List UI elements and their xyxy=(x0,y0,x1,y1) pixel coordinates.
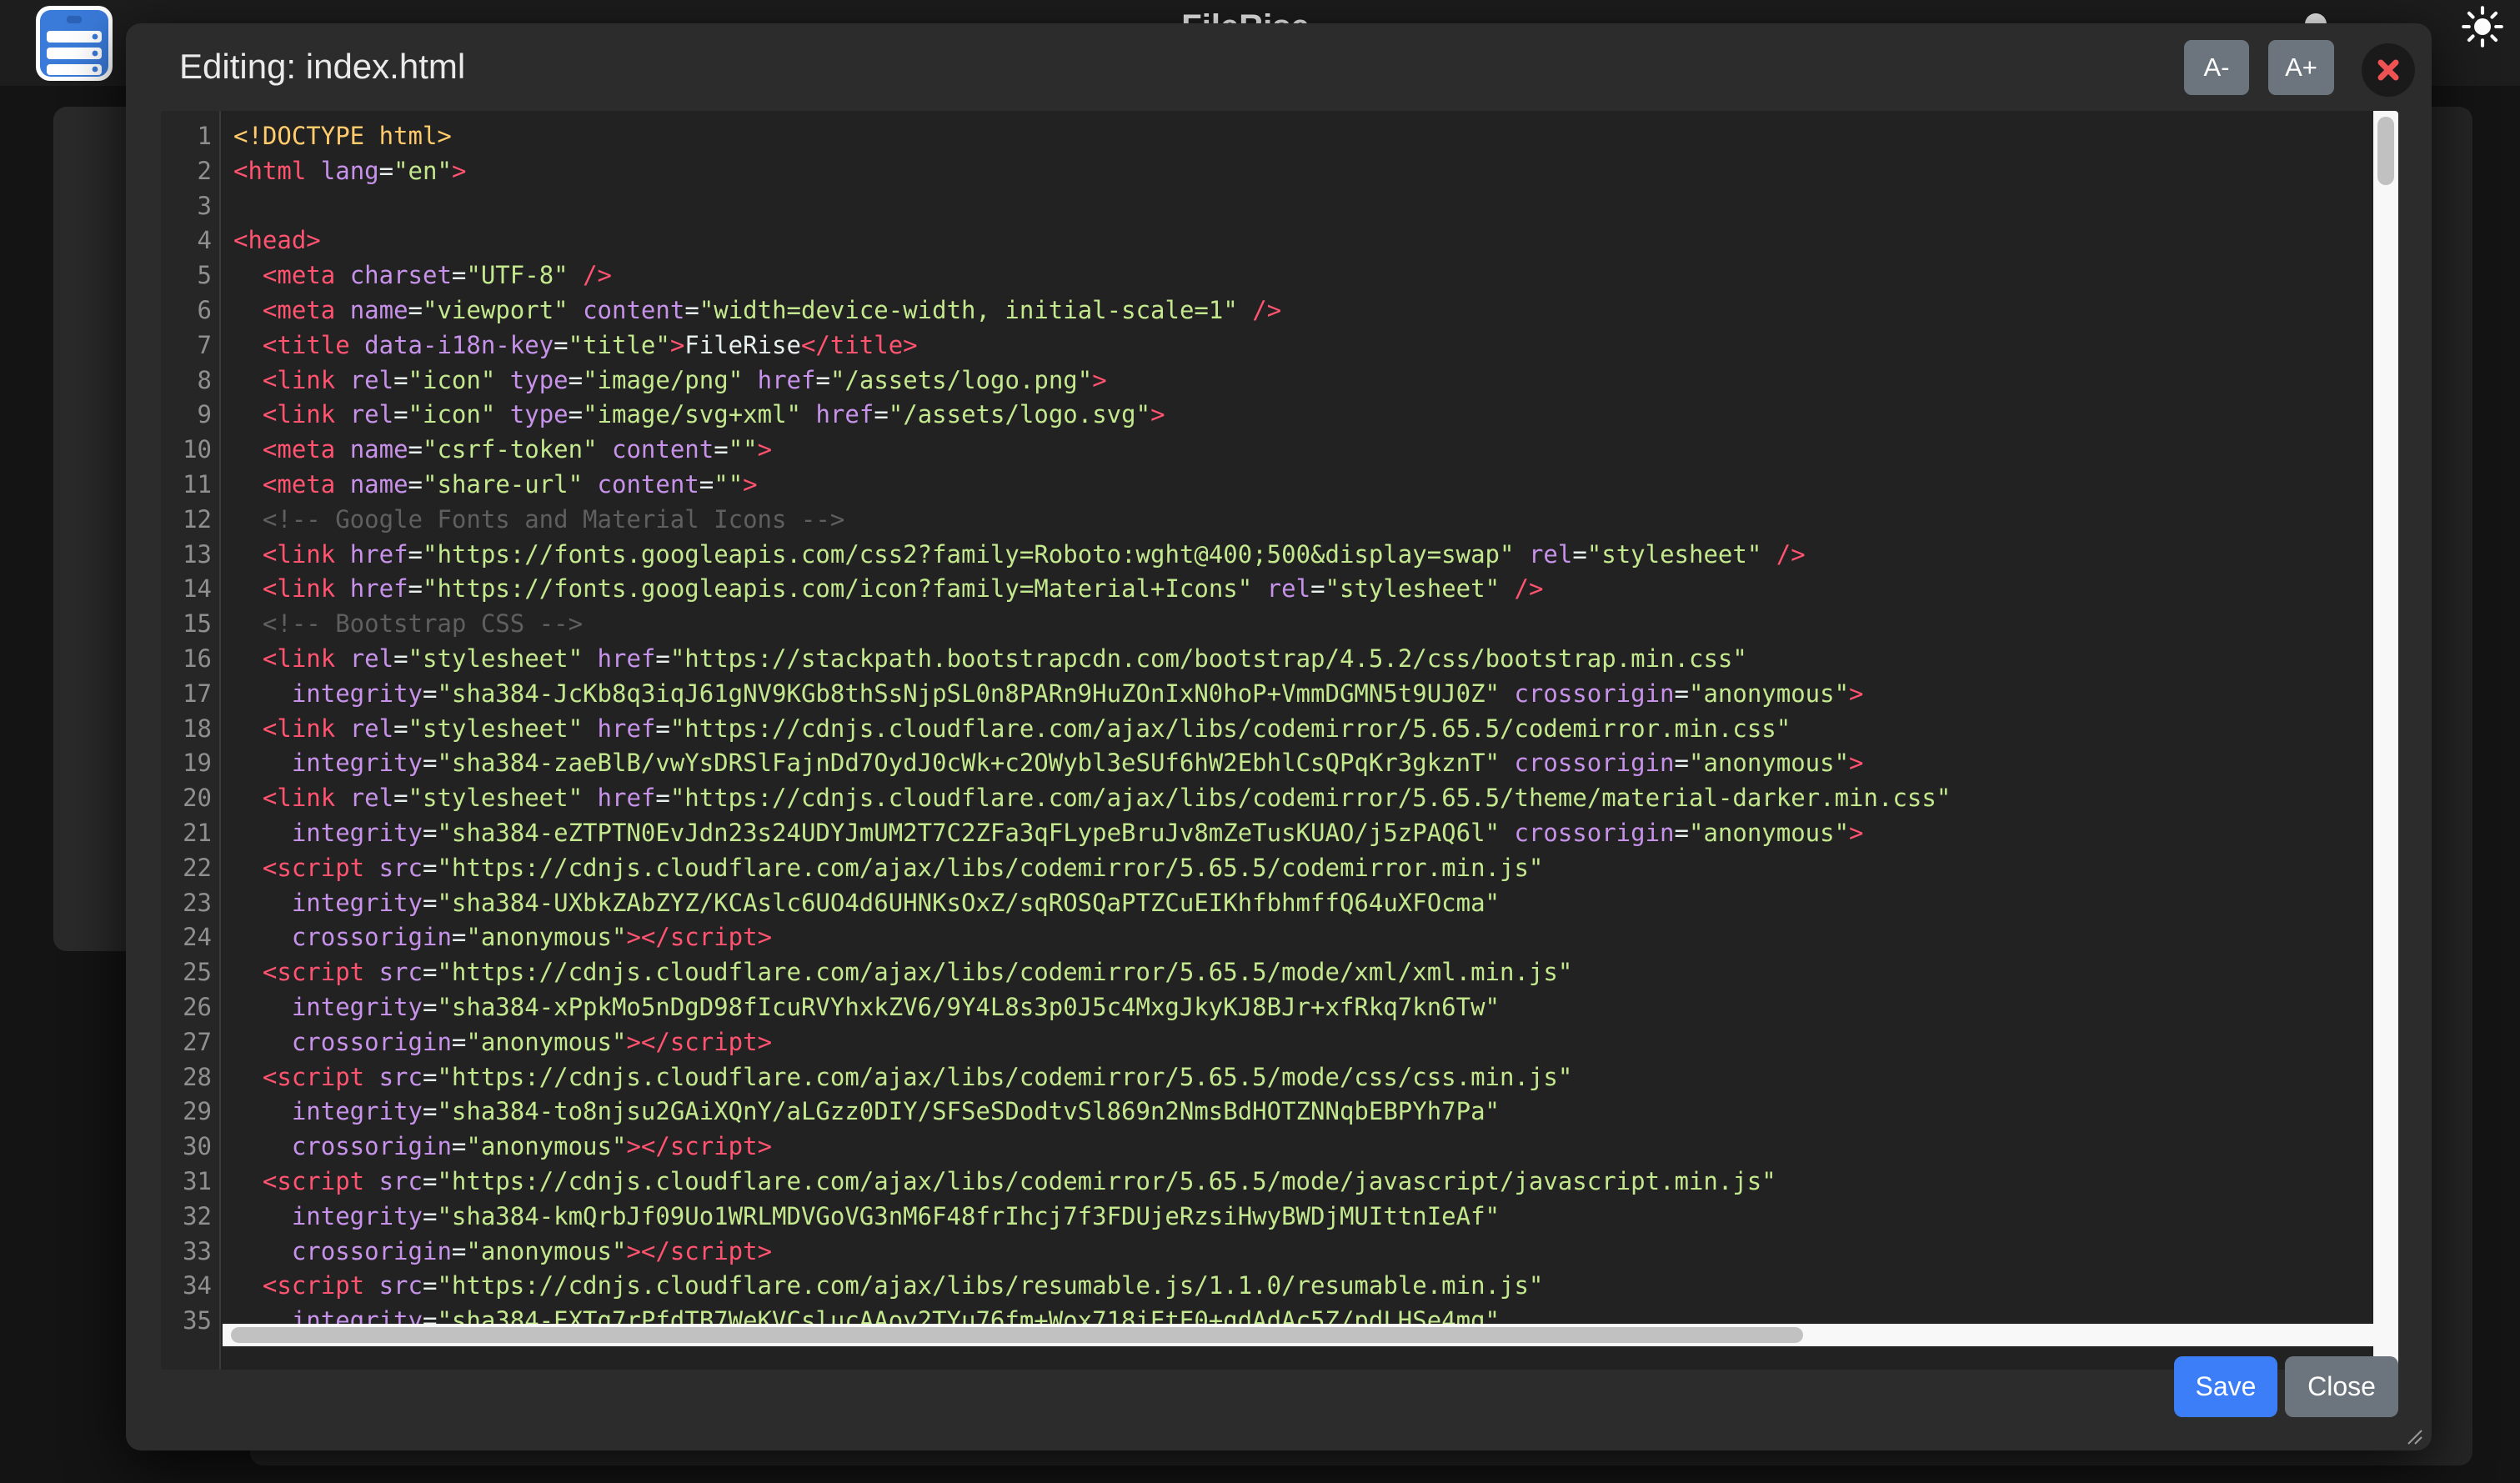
code-line[interactable]: <!-- Bootstrap CSS --> xyxy=(233,607,2398,642)
filerise-app: FileRise Fi D Sho Editing xyxy=(0,0,2520,1483)
horizontal-scrollbar[interactable] xyxy=(223,1324,2373,1346)
filerise-logo-icon[interactable] xyxy=(36,6,113,81)
close-button[interactable]: Close xyxy=(2285,1356,2398,1417)
save-button[interactable]: Save xyxy=(2174,1356,2277,1417)
code-line[interactable]: integrity="sha384-UXbkZAbZYZ/KCAslc6UO4d… xyxy=(233,886,2398,921)
font-decrease-button[interactable]: A- xyxy=(2184,40,2249,95)
code-line[interactable]: integrity="sha384-zaeBlB/vwYsDRSlFajnDd7… xyxy=(233,746,2398,781)
line-number-gutter: 1234567891011121314151617181920212223242… xyxy=(161,111,221,1370)
code-line[interactable]: <link rel="stylesheet" href="https://sta… xyxy=(233,642,2398,677)
code-line[interactable]: integrity="sha384-kmQrbJf09Uo1WRLMDVGoVG… xyxy=(233,1200,2398,1235)
code-line[interactable]: <script src="https://cdnjs.cloudflare.co… xyxy=(233,955,2398,990)
code-line[interactable]: <link rel="stylesheet" href="https://cdn… xyxy=(233,781,2398,816)
vertical-scrollbar[interactable] xyxy=(2373,111,2398,1370)
code-line[interactable]: <script src="https://cdnjs.cloudflare.co… xyxy=(233,851,2398,886)
code-line[interactable]: <link href="https://fonts.googleapis.com… xyxy=(233,538,2398,573)
horizontal-scrollbar-thumb[interactable] xyxy=(231,1327,1803,1343)
modal-title: Editing: index.html xyxy=(179,47,465,87)
code-line[interactable]: <link href="https://fonts.googleapis.com… xyxy=(233,572,2398,607)
code-line[interactable]: <script src="https://cdnjs.cloudflare.co… xyxy=(233,1060,2398,1095)
sun-light-mode-icon[interactable] xyxy=(2461,5,2504,48)
code-line[interactable]: integrity="sha384-to8njsu2GAiXQnY/aLGzz0… xyxy=(233,1095,2398,1130)
resize-handle-icon[interactable] xyxy=(2400,1422,2423,1445)
code-line[interactable]: <link rel="icon" type="image/svg+xml" hr… xyxy=(233,398,2398,433)
code-line[interactable]: <html lang="en"> xyxy=(233,154,2398,189)
code-content[interactable]: <!DOCTYPE html><html lang="en"> <head> <m… xyxy=(233,119,2398,1339)
code-line[interactable]: <link rel="stylesheet" href="https://cdn… xyxy=(233,712,2398,747)
code-editor[interactable]: 1234567891011121314151617181920212223242… xyxy=(161,111,2398,1370)
code-line[interactable]: <!DOCTYPE html> xyxy=(233,119,2398,154)
code-line[interactable]: <script src="https://cdnjs.cloudflare.co… xyxy=(233,1269,2398,1304)
code-line[interactable]: integrity="sha384-JcKb8q3iqJ61gNV9KGb8th… xyxy=(233,677,2398,712)
code-line[interactable]: integrity="sha384-eZTPTN0EvJdn23s24UDYJm… xyxy=(233,816,2398,851)
code-line[interactable]: crossorigin="anonymous"></script> xyxy=(233,1235,2398,1270)
code-line[interactable]: <head> xyxy=(233,223,2398,258)
code-line[interactable]: integrity="sha384-xPpkMo5nDgD98fIcuRVYhx… xyxy=(233,990,2398,1025)
code-line[interactable]: <link rel="icon" type="image/png" href="… xyxy=(233,363,2398,398)
code-line[interactable]: <!-- Google Fonts and Material Icons --> xyxy=(233,503,2398,538)
code-line[interactable] xyxy=(233,189,2398,224)
code-line[interactable]: crossorigin="anonymous"></script> xyxy=(233,920,2398,955)
code-line[interactable]: <meta name="share-url" content=""> xyxy=(233,468,2398,503)
code-line[interactable]: <meta charset="UTF-8" /> xyxy=(233,258,2398,293)
vertical-scrollbar-thumb[interactable] xyxy=(2377,117,2394,185)
code-line[interactable]: <title data-i18n-key="title">FileRise</t… xyxy=(233,328,2398,363)
code-line[interactable]: <script src="https://cdnjs.cloudflare.co… xyxy=(233,1165,2398,1200)
font-increase-button[interactable]: A+ xyxy=(2268,40,2334,95)
edit-file-modal: Editing: index.html A- A+ 12345678910111… xyxy=(126,23,2432,1450)
code-line[interactable]: <meta name="csrf-token" content=""> xyxy=(233,433,2398,468)
code-line[interactable]: crossorigin="anonymous"></script> xyxy=(233,1130,2398,1165)
x-close-icon[interactable] xyxy=(2362,43,2415,97)
code-line[interactable]: crossorigin="anonymous"></script> xyxy=(233,1025,2398,1060)
code-line[interactable]: <meta name="viewport" content="width=dev… xyxy=(233,293,2398,328)
